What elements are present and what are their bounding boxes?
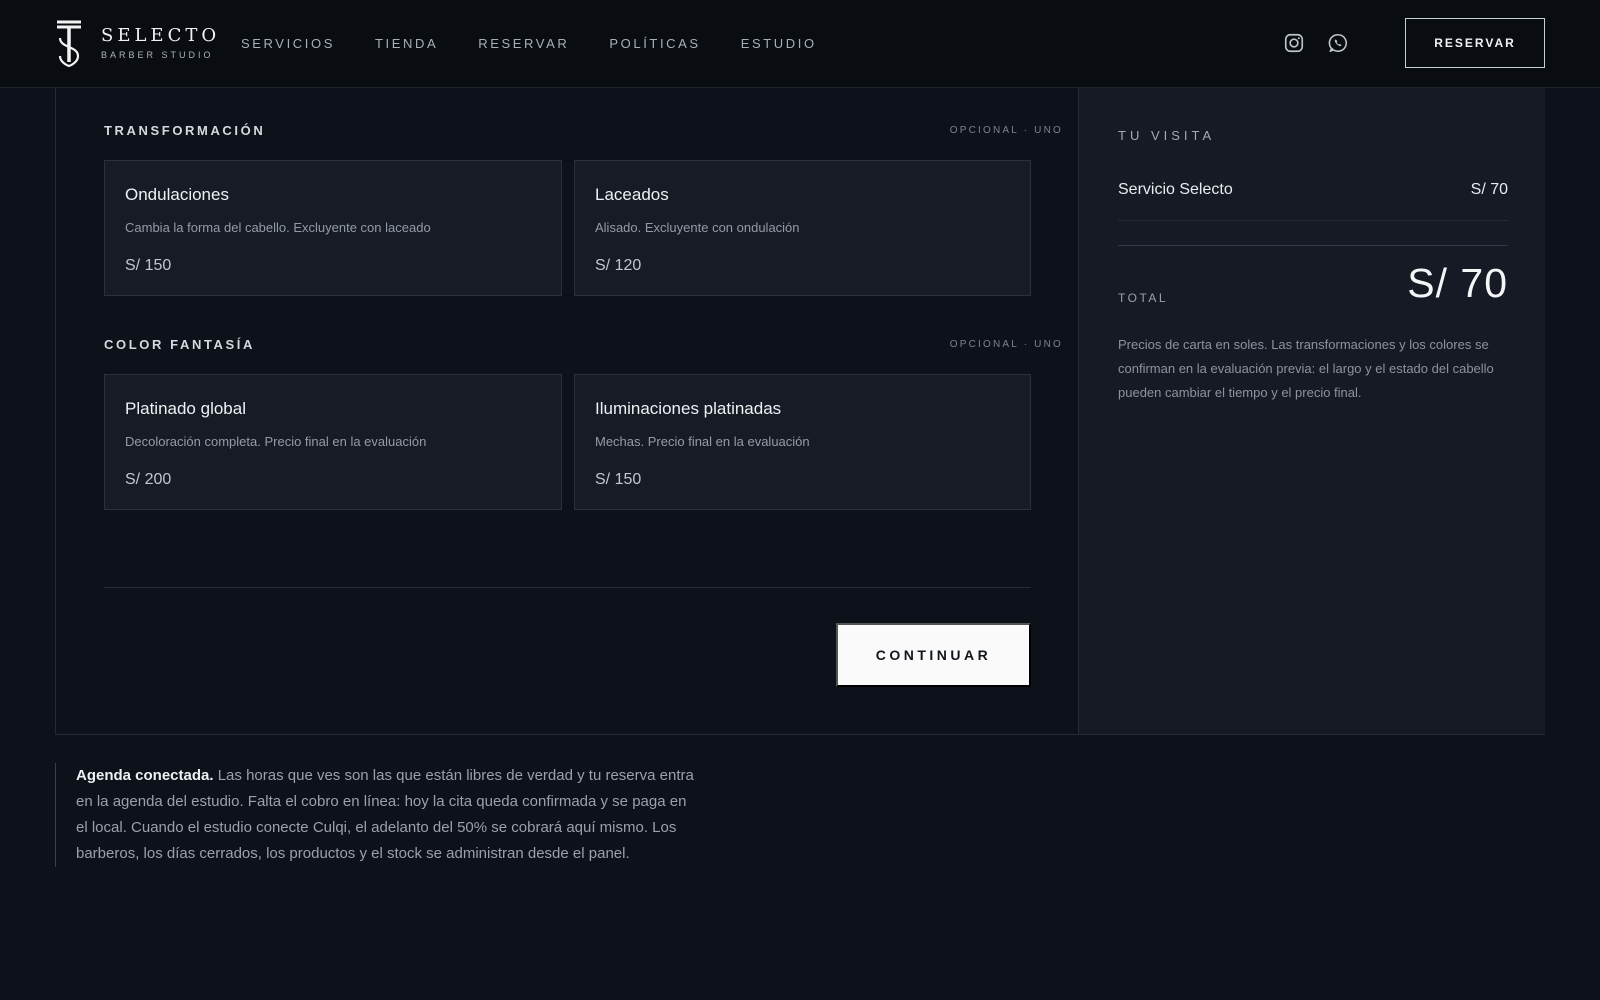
nav-item-tienda[interactable]: TIENDA [375,35,438,53]
nav-item-politicas[interactable]: POLÍTICAS [609,35,700,53]
section-tag-color-fantasia: OPCIONAL · UNO [949,339,1063,350]
divider [1118,220,1508,221]
brand-subtitle: BARBER STUDIO [101,50,214,60]
option-price: S/ 150 [125,257,172,274]
summary-item-name: Servicio Selecto [1118,181,1233,198]
options-column: TRANSFORMACIÓN OPCIONAL · UNO Ondulacion… [56,88,1078,734]
nav-item-reservar[interactable]: RESERVAR [478,35,569,53]
booking-panel: TRANSFORMACIÓN OPCIONAL · UNO Ondulacion… [55,88,1545,735]
summary-note: Precios de carta en soles. Las transform… [1118,337,1494,400]
section-title-transformacion: TRANSFORMACIÓN [104,123,266,138]
main-nav: SERVICIOS TIENDA RESERVAR POLÍTICAS ESTU… [241,35,857,53]
option-price: S/ 200 [125,471,172,488]
divider [1118,245,1508,246]
agenda-note: Agenda conectada. Las horas que ves son … [55,763,695,867]
summary-item: Servicio Selecto S/ 70 [1118,181,1508,199]
option-card-ondulaciones[interactable]: Ondulaciones Cambia la forma del cabello… [104,160,562,296]
reservar-header-button[interactable]: RESERVAR [1405,18,1545,68]
total-value: S/ 70 [1407,260,1508,306]
whatsapp-link[interactable] [1327,32,1349,54]
section-title-color-fantasia: COLOR FANTASÍA [104,337,255,352]
option-price: S/ 150 [595,471,642,488]
site-header: SELECTO BARBER STUDIO SERVICIOS TIENDA R… [0,0,1600,88]
summary-item-price: S/ 70 [1470,181,1508,198]
instagram-link[interactable] [1283,32,1305,54]
option-title: Ondulaciones [125,185,229,204]
continuar-button[interactable]: CONTINUAR [836,623,1031,687]
option-price: S/ 120 [595,257,642,274]
agenda-note-lead: Agenda conectada. [76,767,214,784]
brand-logo[interactable]: SELECTO BARBER STUDIO [55,18,220,68]
summary-title: TU VISITA [1118,128,1216,143]
option-card-laceados[interactable]: Laceados Alisado. Excluyente con ondulac… [574,160,1031,296]
instagram-icon [1284,33,1304,53]
whatsapp-icon [1328,33,1347,53]
option-title: Iluminaciones platinadas [595,399,782,418]
brand-name: SELECTO [101,25,221,46]
logo-mark-icon [57,20,81,68]
visit-summary: TU VISITA Servicio Selecto S/ 70 TOTAL S… [1078,88,1545,734]
option-card-iluminaciones-platinadas[interactable]: Iluminaciones platinadas Mechas. Precio … [574,374,1031,510]
total-label: TOTAL [1118,291,1169,305]
nav-item-estudio[interactable]: ESTUDIO [741,35,817,53]
option-description: Cambia la forma del cabello. Excluyente … [125,220,431,235]
option-description: Decoloración completa. Precio final en l… [125,434,427,449]
option-title: Platinado global [125,399,246,418]
section-tag-transformacion: OPCIONAL · UNO [949,125,1063,136]
option-description: Mechas. Precio final en la evaluación [595,434,810,449]
option-title: Laceados [595,185,669,204]
nav-item-servicios[interactable]: SERVICIOS [241,35,335,53]
divider [104,587,1031,588]
option-description: Alisado. Excluyente con ondulación [595,220,800,235]
option-card-platinado-global[interactable]: Platinado global Decoloración completa. … [104,374,562,510]
